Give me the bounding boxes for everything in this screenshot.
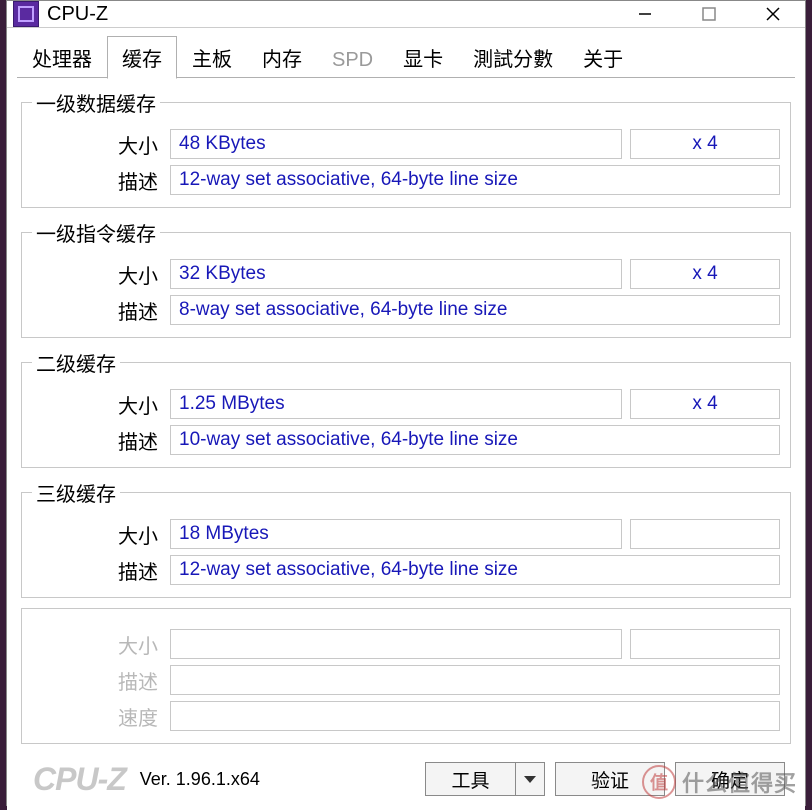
close-button[interactable] <box>741 1 805 27</box>
footer: CPU-Z Ver. 1.96.1.x64 工具 验证 确定 <box>17 754 795 806</box>
group-l1i-cache: 一级指令缓存 大小 32 KBytes x 4 描述 8-way set ass… <box>21 218 791 338</box>
label-desc: 描述 <box>32 166 162 195</box>
l3-size-value: 18 MBytes <box>170 519 622 549</box>
group-l3-title: 三级缓存 <box>32 478 120 507</box>
label-size: 大小 <box>32 390 162 419</box>
client-area: 处理器 缓存 主板 内存 SPD 显卡 測試分數 关于 一级数据缓存 大小 48… <box>7 28 805 810</box>
group-l3-cache: 三级缓存 大小 18 MBytes 描述 12-way set associat… <box>21 478 791 598</box>
label-size-disabled: 大小 <box>32 630 162 659</box>
l3-desc-value: 12-way set associative, 64-byte line siz… <box>170 555 780 585</box>
tools-dropdown[interactable]: 工具 <box>425 762 545 796</box>
caches-panel: 一级数据缓存 大小 48 KBytes x 4 描述 12-way set as… <box>17 78 795 754</box>
tab-bench[interactable]: 測試分數 <box>458 36 568 79</box>
tabstrip: 处理器 缓存 主板 内存 SPD 显卡 測試分數 关于 <box>17 38 795 78</box>
titlebar[interactable]: CPU-Z <box>7 1 805 28</box>
label-size: 大小 <box>32 130 162 159</box>
l2-multiplier: x 4 <box>630 389 780 419</box>
group-l4-cache: 大小 描述 速度 <box>21 608 791 744</box>
window-title: CPU-Z <box>47 3 108 26</box>
group-l2-title: 二级缓存 <box>32 348 120 377</box>
l4-desc-value <box>170 665 780 695</box>
label-desc: 描述 <box>32 556 162 585</box>
app-icon <box>13 1 39 27</box>
l1d-multiplier: x 4 <box>630 129 780 159</box>
l2-size-value: 1.25 MBytes <box>170 389 622 419</box>
l2-desc-value: 10-way set associative, 64-byte line siz… <box>170 425 780 455</box>
l1d-desc-value: 12-way set associative, 64-byte line siz… <box>170 165 780 195</box>
tools-button[interactable]: 工具 <box>425 762 515 796</box>
validate-button[interactable]: 验证 <box>555 762 665 796</box>
label-desc: 描述 <box>32 426 162 455</box>
maximize-button[interactable] <box>677 1 741 27</box>
l4-size-value <box>170 629 622 659</box>
l4-speed-value <box>170 701 780 731</box>
l1i-multiplier: x 4 <box>630 259 780 289</box>
tab-about[interactable]: 关于 <box>568 36 638 79</box>
l1i-desc-value: 8-way set associative, 64-byte line size <box>170 295 780 325</box>
label-desc-disabled: 描述 <box>32 666 162 695</box>
ok-button[interactable]: 确定 <box>675 762 785 796</box>
label-size: 大小 <box>32 520 162 549</box>
tab-memory[interactable]: 内存 <box>247 36 317 79</box>
l4-multiplier <box>630 629 780 659</box>
label-speed-disabled: 速度 <box>32 702 162 731</box>
l1i-size-value: 32 KBytes <box>170 259 622 289</box>
tab-caches[interactable]: 缓存 <box>107 36 177 79</box>
group-l1d-cache: 一级数据缓存 大小 48 KBytes x 4 描述 12-way set as… <box>21 88 791 208</box>
logo-text: CPU-Z <box>27 761 126 798</box>
label-desc: 描述 <box>32 296 162 325</box>
label-size: 大小 <box>32 260 162 289</box>
group-l2-cache: 二级缓存 大小 1.25 MBytes x 4 描述 10-way set as… <box>21 348 791 468</box>
l1d-size-value: 48 KBytes <box>170 129 622 159</box>
tools-dropdown-arrow[interactable] <box>515 762 545 796</box>
app-window: CPU-Z 处理器 缓存 主板 内存 SPD 显卡 測試分數 关于 <box>6 0 806 806</box>
minimize-button[interactable] <box>613 1 677 27</box>
version-text: Ver. 1.96.1.x64 <box>140 769 260 790</box>
tab-spd[interactable]: SPD <box>317 42 388 79</box>
tab-graphics[interactable]: 显卡 <box>388 36 458 79</box>
tab-mainboard[interactable]: 主板 <box>177 36 247 79</box>
group-l1d-title: 一级数据缓存 <box>32 88 160 117</box>
tab-cpu[interactable]: 处理器 <box>17 36 107 79</box>
group-l1i-title: 一级指令缓存 <box>32 218 160 247</box>
l3-multiplier <box>630 519 780 549</box>
